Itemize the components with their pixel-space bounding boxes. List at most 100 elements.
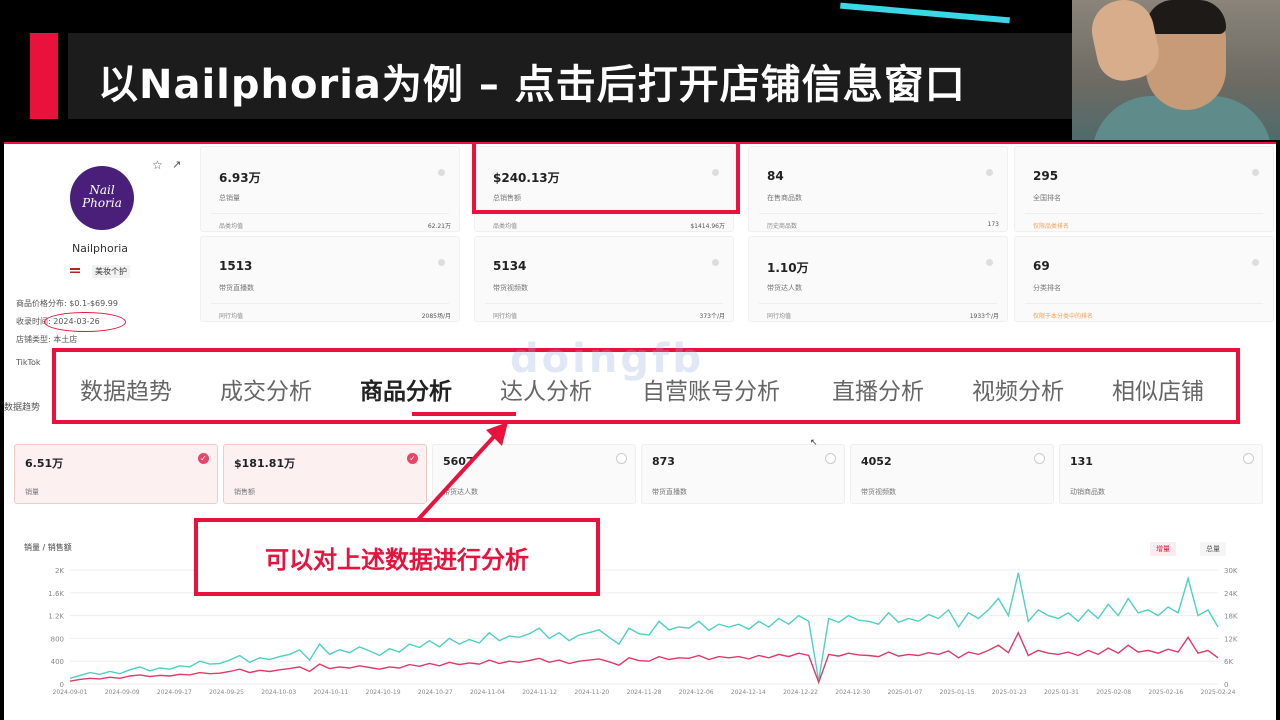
tab-item[interactable]: 视频分析 bbox=[972, 372, 1064, 406]
x-tick-label: 2024-12-06 bbox=[679, 689, 714, 696]
divider bbox=[211, 303, 449, 304]
stat-card: 295 全国排名 仅限品类排名 bbox=[1014, 146, 1274, 232]
stat-foot-label: 品类均值 bbox=[219, 223, 244, 230]
x-tick-label: 2024-10-27 bbox=[418, 689, 453, 696]
tab-item[interactable]: 数据趋势 bbox=[80, 372, 172, 406]
x-tick-label: 2024-11-04 bbox=[470, 689, 505, 696]
tab-item[interactable]: 相似店铺 bbox=[1112, 372, 1204, 406]
x-tick-label: 2024-09-25 bbox=[209, 689, 244, 696]
divider bbox=[211, 213, 449, 214]
stat-card: 69 分类排名 仅限于本分类中的排名 bbox=[1014, 236, 1274, 322]
y-right-tick-label: 0 bbox=[1224, 681, 1228, 689]
dashboard-screenshot: Nail Phoria ☆ ↗ Nailphoria 美妆个护 商品价格分布: … bbox=[4, 142, 1276, 720]
stat-label: 在售商品数 bbox=[767, 194, 802, 202]
y-left-tick-label: 0 bbox=[60, 681, 64, 689]
y-left-tick-label: 2K bbox=[55, 567, 64, 575]
stat-value: 1513 bbox=[219, 259, 253, 273]
y-right-tick-label: 24K bbox=[1224, 590, 1238, 598]
stat-foot-label: 同行均值 bbox=[219, 313, 244, 320]
metric-value: 873 bbox=[652, 455, 675, 468]
star-icon[interactable]: ☆ bbox=[152, 158, 163, 172]
stat-value: 1.10万 bbox=[767, 261, 809, 275]
x-tick-label: 2024-11-20 bbox=[574, 689, 609, 696]
active-tab-underline bbox=[412, 412, 516, 416]
presenter-hair bbox=[1146, 0, 1226, 34]
stat-foot-value: 2085场/月 bbox=[421, 313, 451, 320]
metric-card[interactable]: 131 动销商品数 bbox=[1059, 444, 1263, 504]
x-tick-label: 2024-11-12 bbox=[522, 689, 557, 696]
checkbox-icon[interactable] bbox=[616, 453, 627, 464]
stat-label: 带货达人数 bbox=[767, 284, 802, 292]
y-left-tick-label: 1.2K bbox=[48, 613, 64, 621]
metric-card[interactable]: 4052 带货视频数 bbox=[850, 444, 1054, 504]
stat-card: 5134 带货视频数 同行均值 373个/月 bbox=[474, 236, 734, 322]
stat-foot-label: 同行均值 bbox=[493, 313, 518, 320]
stat-foot-value: $1414.96万 bbox=[690, 223, 725, 230]
x-tick-label: 2024-09-09 bbox=[105, 689, 140, 696]
checkbox-icon[interactable] bbox=[1034, 453, 1045, 464]
info-icon[interactable] bbox=[438, 259, 445, 266]
divider bbox=[485, 303, 723, 304]
tab-item[interactable]: 商品分析 bbox=[360, 372, 452, 406]
info-icon[interactable] bbox=[438, 169, 445, 176]
callout-box: 可以对上述数据进行分析 bbox=[194, 518, 600, 596]
metric-card[interactable]: 873 带货直播数 bbox=[641, 444, 845, 504]
x-tick-label: 2024-10-03 bbox=[261, 689, 296, 696]
stat-foot-label: 品类均值 bbox=[493, 223, 518, 230]
tab-item[interactable]: 成交分析 bbox=[220, 372, 312, 406]
x-tick-label: 2024-12-30 bbox=[835, 689, 870, 696]
tab-item[interactable]: 直播分析 bbox=[832, 372, 924, 406]
stat-label: 带货视频数 bbox=[493, 284, 528, 292]
y-right-tick-label: 18K bbox=[1224, 613, 1238, 621]
x-tick-label: 2024-09-01 bbox=[53, 689, 88, 696]
info-icon[interactable] bbox=[986, 259, 993, 266]
shop-category: 美妆个护 bbox=[92, 265, 130, 278]
stat-label: 分类排名 bbox=[1033, 284, 1061, 292]
divider bbox=[1025, 213, 1263, 214]
metric-label: 带货直播数 bbox=[652, 488, 687, 496]
check-icon[interactable]: ✓ bbox=[198, 453, 209, 464]
stat-label: 带货直播数 bbox=[219, 284, 254, 292]
watermark: doingfb bbox=[510, 336, 704, 382]
external-link-icon[interactable]: ↗ bbox=[172, 158, 181, 171]
divider bbox=[1025, 303, 1263, 304]
stat-label: 全国排名 bbox=[1033, 194, 1061, 202]
highlight-box-sales bbox=[472, 142, 740, 214]
x-tick-label: 2025-02-08 bbox=[1096, 689, 1131, 696]
y-right-tick-label: 6K bbox=[1224, 658, 1233, 666]
metric-card[interactable]: $181.81万 ✓ 销售额 bbox=[223, 444, 427, 504]
annotation-circle bbox=[44, 312, 126, 332]
shop-logo[interactable]: Nail Phoria bbox=[70, 166, 134, 230]
info-icon[interactable] bbox=[1252, 259, 1259, 266]
section-label: 数据趋势 bbox=[4, 403, 41, 413]
x-tick-label: 2025-02-16 bbox=[1148, 689, 1183, 696]
shop-name: Nailphoria bbox=[71, 242, 129, 255]
x-tick-label: 2025-01-07 bbox=[887, 689, 922, 696]
stat-foot-label: 历史商品数 bbox=[767, 223, 798, 230]
divider bbox=[759, 213, 997, 214]
info-icon[interactable] bbox=[986, 169, 993, 176]
checkbox-icon[interactable] bbox=[825, 453, 836, 464]
callout-text: 可以对上述数据进行分析 bbox=[265, 546, 529, 574]
x-tick-label: 2025-02-24 bbox=[1201, 689, 1236, 696]
slide: 以Nailphoria为例 – 点击后打开店铺信息窗口 Nail Phoria … bbox=[0, 0, 1280, 720]
stat-value: 295 bbox=[1033, 169, 1059, 183]
metric-label: 带货视频数 bbox=[861, 488, 896, 496]
arrow-annotation bbox=[412, 422, 508, 526]
x-tick-label: 2024-09-17 bbox=[157, 689, 192, 696]
x-tick-label: 2025-01-23 bbox=[992, 689, 1027, 696]
x-tick-label: 2024-10-11 bbox=[313, 689, 348, 696]
stat-value: 5134 bbox=[493, 259, 527, 273]
us-flag-icon bbox=[70, 268, 80, 275]
info-icon[interactable] bbox=[1252, 169, 1259, 176]
stat-card: 1513 带货直播数同行均值 2085场/月 bbox=[200, 236, 460, 322]
info-icon[interactable] bbox=[712, 259, 719, 266]
checkbox-icon[interactable] bbox=[1243, 453, 1254, 464]
accent-bar bbox=[30, 33, 58, 119]
x-tick-label: 2025-01-31 bbox=[1044, 689, 1079, 696]
metric-card[interactable]: 6.51万 ✓ 销量 bbox=[14, 444, 218, 504]
x-tick-label: 2024-11-28 bbox=[627, 689, 662, 696]
metric-label: 销量 bbox=[25, 488, 39, 496]
stat-card: 6.93万 总销量 品类均值 62.21万 bbox=[200, 146, 460, 232]
shop-type: 店铺类型: 本土店 bbox=[16, 335, 78, 344]
